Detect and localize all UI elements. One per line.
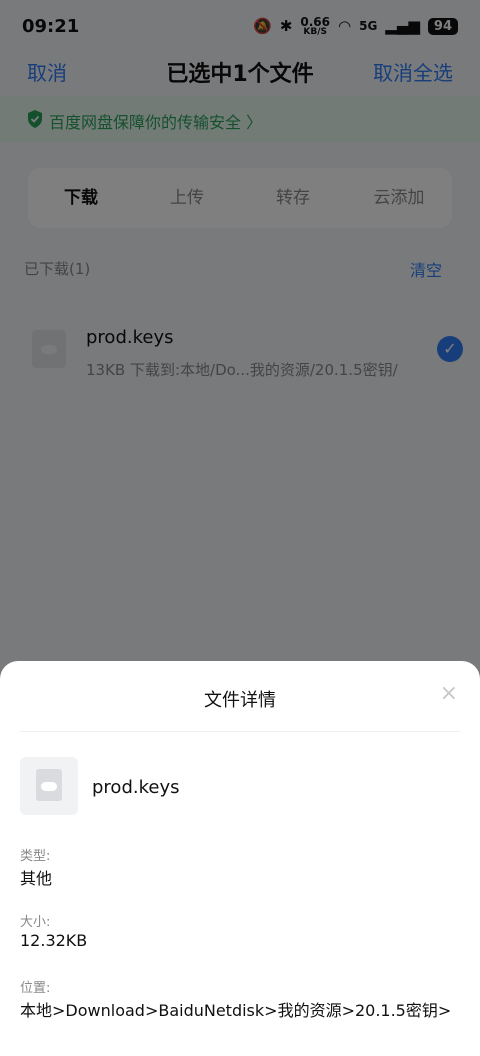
location-label: 位置: xyxy=(20,981,51,996)
size-label: 大小: xyxy=(20,915,51,930)
download-manager-screen: 09:21 🔕 ✱ 0.66 KB/S ◠ 5G ▂▄▆ 94 取消 已选中1个… xyxy=(0,0,480,1056)
sheet-title: 文件详情 xyxy=(204,690,276,711)
location-value: 本地>Download>BaiduNetdisk>我的资源>20.1.5密钥> xyxy=(20,1001,452,1020)
file-icon xyxy=(20,757,78,815)
file-details-sheet: 文件详情 × prod.keys 类型: 其他 大小: 12.32KB 位置: … xyxy=(0,661,480,1056)
detail-file-name: prod.keys xyxy=(92,777,180,798)
type-value: 其他 xyxy=(20,869,53,888)
size-value: 12.32KB xyxy=(20,931,88,950)
divider xyxy=(20,731,460,732)
type-label: 类型: xyxy=(20,849,51,864)
close-icon[interactable]: × xyxy=(440,683,458,705)
